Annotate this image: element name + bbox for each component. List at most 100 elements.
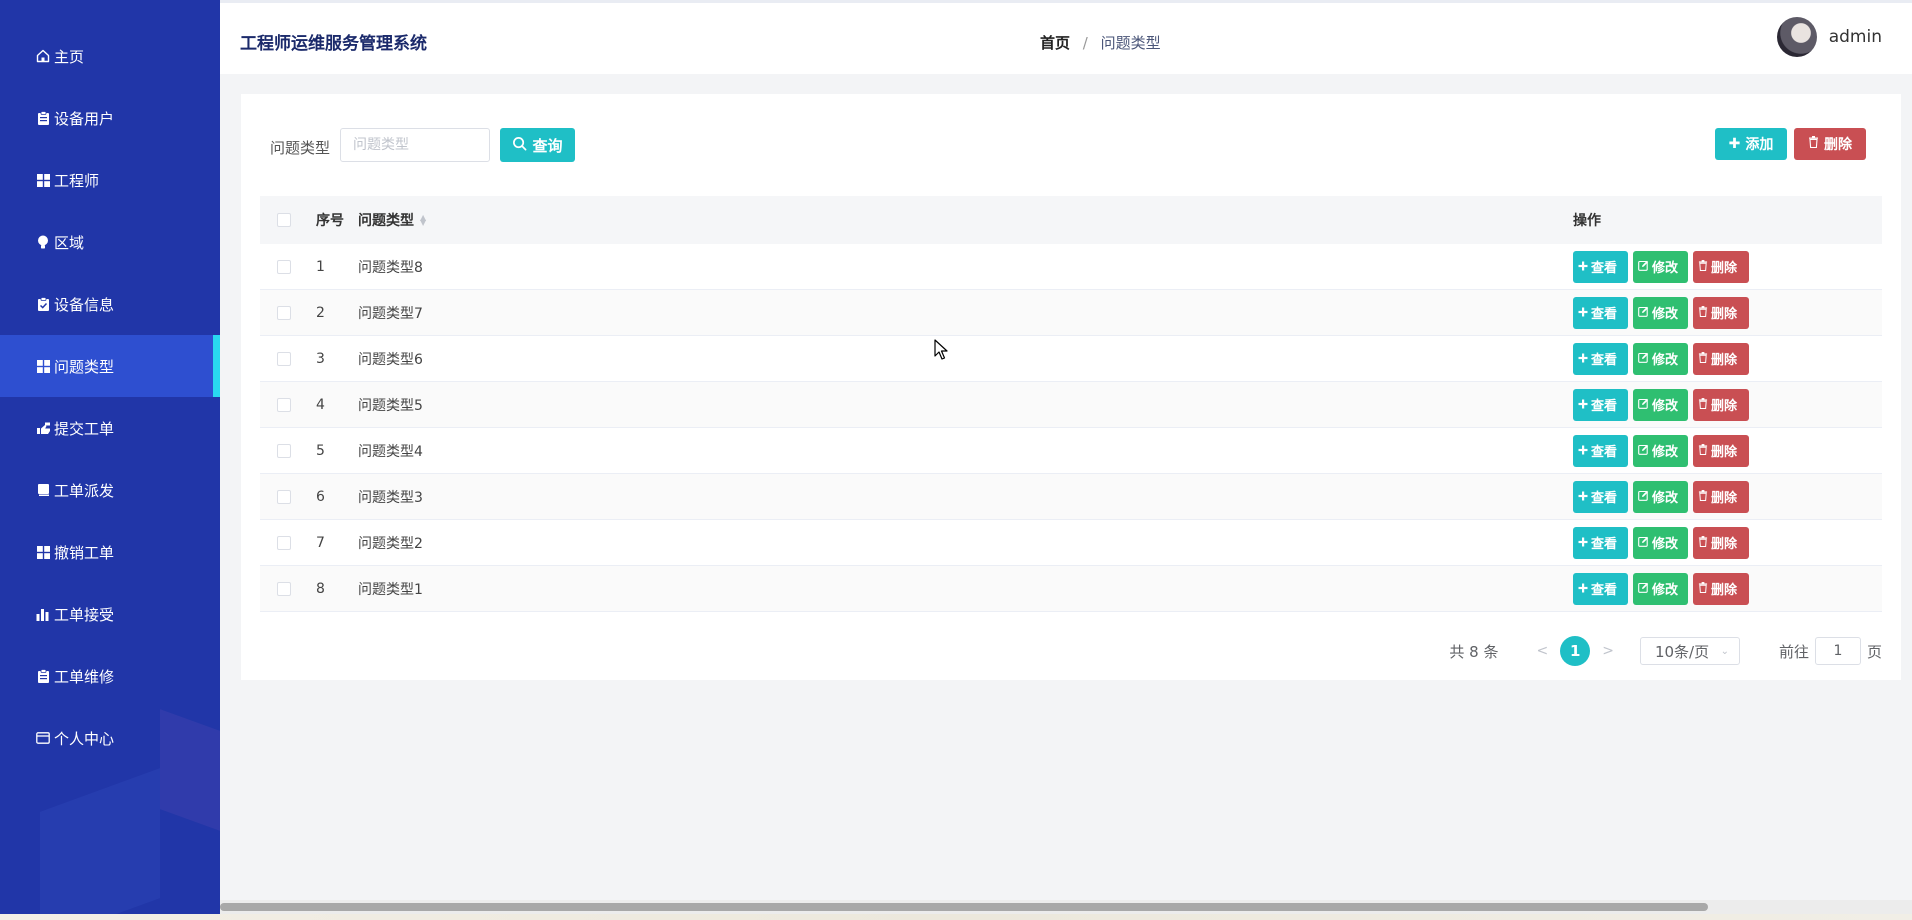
breadcrumb-separator: /: [1082, 34, 1088, 52]
delete-button-label: 删除: [1711, 537, 1738, 552]
sidebar-item-label: 工单派发: [54, 481, 115, 500]
sidebar-item-6[interactable]: 问题类型: [0, 335, 220, 397]
edit-icon: [1638, 444, 1649, 458]
table-header: 序号 问题类型 ▲ ▼ 操作: [260, 196, 1882, 244]
edit-button[interactable]: 修改: [1633, 434, 1688, 467]
row-actions: 查看 修改 删除: [1573, 572, 1882, 605]
sidebar-item-5[interactable]: 设备信息: [0, 273, 220, 335]
edit-button[interactable]: 修改: [1633, 526, 1688, 559]
delete-button-label: 删除: [1711, 353, 1738, 368]
query-button-label: 查询: [532, 136, 563, 155]
sidebar-item-11[interactable]: 工单维修: [0, 645, 220, 707]
breadcrumb-home[interactable]: 首页: [1040, 34, 1070, 52]
sidebar-item-7[interactable]: 提交工单: [0, 397, 220, 459]
edit-button-label: 修改: [1652, 583, 1679, 598]
view-button[interactable]: 查看: [1573, 250, 1628, 283]
plus-icon: [1578, 352, 1588, 366]
delete-button[interactable]: 删除: [1693, 342, 1749, 375]
plus-icon: ✚: [1728, 136, 1741, 152]
trash-icon: [1698, 305, 1708, 320]
batch-delete-button[interactable]: 删除: [1794, 128, 1866, 160]
row-actions: 查看 修改 删除: [1573, 526, 1882, 559]
sidebar: 主页设备用户工程师区域 设备信息 问题类型 提交工单工单派发撤销工单 工单接受 工单维修个…: [0, 0, 220, 920]
sidebar-item-label: 设备用户: [54, 109, 115, 128]
sidebar-menu: 主页设备用户工程师区域 设备信息 问题类型 提交工单工单派发撤销工单 工单接受 工单维修个…: [0, 0, 220, 769]
user-menu[interactable]: admin: [1776, 17, 1882, 57]
edit-button-label: 修改: [1652, 353, 1679, 368]
scrollbar-thumb[interactable]: [220, 903, 1708, 911]
view-button[interactable]: 查看: [1573, 296, 1628, 329]
delete-button[interactable]: 删除: [1693, 572, 1749, 605]
sidebar-item-2[interactable]: 设备用户: [0, 87, 220, 149]
edit-button[interactable]: 修改: [1633, 342, 1688, 375]
view-button[interactable]: 查看: [1573, 526, 1628, 559]
edit-button[interactable]: 修改: [1633, 572, 1688, 605]
edit-button[interactable]: 修改: [1633, 296, 1688, 329]
username[interactable]: admin: [1829, 27, 1882, 47]
column-header-ops: 操作: [1573, 213, 1601, 229]
delete-button[interactable]: 删除: [1693, 250, 1749, 283]
row-checkbox[interactable]: [260, 489, 308, 504]
edit-button-label: 修改: [1652, 307, 1679, 322]
sort-icon[interactable]: ▲ ▼: [420, 214, 426, 227]
view-button[interactable]: 查看: [1573, 434, 1628, 467]
sidebar-item-3[interactable]: 工程师: [0, 149, 220, 211]
row-checkbox[interactable]: [260, 305, 308, 320]
view-button[interactable]: 查看: [1573, 342, 1628, 375]
trash-icon: [1698, 581, 1708, 596]
horizontal-scrollbar[interactable]: [220, 900, 1912, 914]
delete-button-label: 删除: [1711, 445, 1738, 460]
delete-button[interactable]: 删除: [1693, 296, 1749, 329]
sidebar-item-8[interactable]: 工单派发: [0, 459, 220, 521]
delete-button[interactable]: 删除: [1693, 480, 1749, 513]
sidebar-item-9[interactable]: 撤销工单: [0, 521, 220, 583]
row-checkbox[interactable]: [260, 581, 308, 596]
view-button-label: 查看: [1591, 445, 1618, 460]
trash-icon: [1698, 443, 1708, 458]
delete-button-label: 删除: [1711, 261, 1738, 276]
goto-page-input[interactable]: [1814, 637, 1861, 665]
avatar[interactable]: [1776, 17, 1817, 57]
row-index: 8: [316, 580, 325, 597]
edit-button[interactable]: 修改: [1633, 250, 1688, 283]
edit-button-label: 修改: [1652, 537, 1679, 552]
delete-button[interactable]: 删除: [1693, 526, 1749, 559]
table-row: 4 问题类型5 查看 修改 删除: [260, 382, 1882, 428]
select-all-checkbox[interactable]: [260, 213, 308, 227]
view-button[interactable]: 查看: [1573, 388, 1628, 421]
search-icon: [512, 136, 527, 155]
delete-button[interactable]: 删除: [1693, 388, 1749, 421]
delete-button-label: 删除: [1711, 399, 1738, 414]
next-page-button[interactable]: >: [1602, 643, 1614, 659]
chevron-down-icon: ⌄: [1720, 645, 1729, 657]
page-size-select[interactable]: 10条/页 ⌄: [1639, 637, 1740, 665]
query-button[interactable]: 查询: [500, 128, 575, 162]
delete-button-label: 删除: [1711, 583, 1738, 598]
row-checkbox[interactable]: [260, 259, 308, 274]
row-checkbox[interactable]: [260, 351, 308, 366]
column-header-type[interactable]: 问题类型 ▲ ▼: [358, 210, 1573, 230]
view-button[interactable]: 查看: [1573, 572, 1628, 605]
add-button[interactable]: ✚ 添加: [1715, 128, 1787, 160]
row-checkbox[interactable]: [260, 443, 308, 458]
sidebar-item-12[interactable]: 个人中心: [0, 707, 220, 769]
sidebar-item-1[interactable]: 主页: [0, 25, 220, 87]
sidebar-item-10[interactable]: 工单接受: [0, 583, 220, 645]
sidebar-item-label: 工程师: [54, 171, 100, 190]
row-checkbox[interactable]: [260, 397, 308, 412]
home-icon: [34, 49, 52, 63]
breadcrumb: 首页 / 问题类型: [1040, 32, 1161, 53]
view-button[interactable]: 查看: [1573, 480, 1628, 513]
book-icon: [34, 483, 52, 497]
page-number-current[interactable]: 1: [1560, 636, 1591, 666]
plus-icon: [1578, 444, 1588, 458]
search-input[interactable]: [340, 128, 490, 162]
delete-button[interactable]: 删除: [1693, 434, 1749, 467]
row-index: 2: [316, 304, 325, 321]
prev-page-button[interactable]: <: [1537, 643, 1549, 659]
edit-button[interactable]: 修改: [1633, 480, 1688, 513]
sidebar-item-4[interactable]: 区域: [0, 211, 220, 273]
row-checkbox[interactable]: [260, 535, 308, 550]
edit-button[interactable]: 修改: [1633, 388, 1688, 421]
table-row: 1 问题类型8 查看 修改 删除: [260, 244, 1882, 290]
